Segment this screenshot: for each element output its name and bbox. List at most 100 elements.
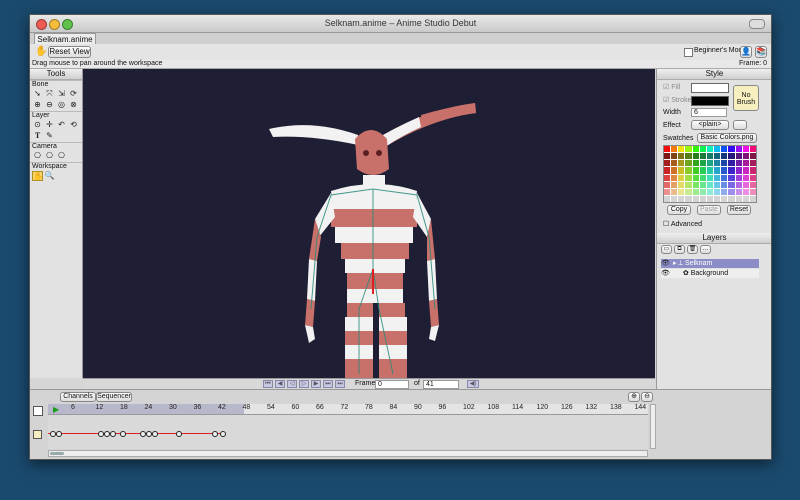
- add-bone-icon[interactable]: ⊕: [32, 100, 43, 110]
- scrollbar-thumb[interactable]: [50, 452, 64, 455]
- swatch[interactable]: [671, 153, 678, 160]
- swatch[interactable]: [714, 146, 721, 153]
- swatch[interactable]: [671, 195, 678, 202]
- swatch[interactable]: [664, 160, 671, 167]
- paste-button[interactable]: Paste: [697, 205, 721, 215]
- swatch[interactable]: [728, 146, 735, 153]
- swatch[interactable]: [728, 153, 735, 160]
- swatch[interactable]: [728, 174, 735, 181]
- keyframe[interactable]: [120, 431, 126, 437]
- swatch[interactable]: [749, 153, 756, 160]
- swatch[interactable]: [735, 160, 742, 167]
- layer-row[interactable]: 👁 ▸ ⟂ Selknam: [661, 259, 759, 268]
- swatch[interactable]: [671, 188, 678, 195]
- translate-bone-icon[interactable]: ⤧: [44, 89, 55, 99]
- workspace-canvas[interactable]: [83, 69, 655, 378]
- toolbar-toggle-button[interactable]: [749, 19, 765, 29]
- keyframe[interactable]: [176, 431, 182, 437]
- select-bone-icon[interactable]: ➘: [32, 89, 43, 99]
- swatch[interactable]: [735, 146, 742, 153]
- pan-workspace-icon[interactable]: ✋: [32, 171, 43, 181]
- user-icon[interactable]: 👤: [740, 46, 752, 58]
- swatch[interactable]: [714, 188, 721, 195]
- swatch-palette[interactable]: [663, 145, 757, 203]
- zoom-camera-icon[interactable]: ⎔: [44, 151, 55, 161]
- fill-checkbox[interactable]: ☑ Fill: [663, 83, 680, 91]
- tab-sequencer[interactable]: Sequencer: [96, 392, 132, 402]
- swatch[interactable]: [735, 181, 742, 188]
- swatch[interactable]: [706, 146, 714, 153]
- swatch[interactable]: [664, 167, 671, 174]
- rotate-layer-icon[interactable]: ⟲: [68, 120, 79, 130]
- new-layer-icon[interactable]: ▭: [661, 245, 672, 254]
- swatch[interactable]: [706, 174, 714, 181]
- swatch[interactable]: [714, 181, 721, 188]
- swatch[interactable]: [699, 167, 706, 174]
- swatch[interactable]: [706, 153, 714, 160]
- delete-layer-icon[interactable]: 🗑: [687, 245, 698, 254]
- swatch[interactable]: [699, 181, 706, 188]
- swatch[interactable]: [742, 195, 749, 202]
- swatch[interactable]: [735, 174, 742, 181]
- layer-row[interactable]: 👁 ✿ Background: [661, 269, 759, 278]
- swatch[interactable]: [749, 160, 756, 167]
- swatch[interactable]: [706, 188, 714, 195]
- swatch[interactable]: [692, 160, 699, 167]
- rewind-icon[interactable]: ⏮: [263, 380, 273, 388]
- swatch[interactable]: [706, 167, 714, 174]
- swatch[interactable]: [749, 146, 756, 153]
- library-icon[interactable]: 📚: [755, 46, 767, 58]
- swatch[interactable]: [742, 167, 749, 174]
- swatch[interactable]: [692, 181, 699, 188]
- swatch[interactable]: [721, 181, 728, 188]
- total-frames-input[interactable]: 41: [423, 380, 459, 389]
- swatch[interactable]: [678, 195, 685, 202]
- forward-icon[interactable]: ⏭: [323, 380, 333, 388]
- swatch[interactable]: [685, 174, 692, 181]
- swatch[interactable]: [699, 160, 706, 167]
- swatch[interactable]: [678, 174, 685, 181]
- swatch[interactable]: [699, 146, 706, 153]
- keyframe[interactable]: [56, 431, 62, 437]
- keyframe[interactable]: [110, 431, 116, 437]
- swatch[interactable]: [664, 181, 671, 188]
- swatch[interactable]: [685, 167, 692, 174]
- swatch[interactable]: [714, 174, 721, 181]
- swatch[interactable]: [735, 167, 742, 174]
- swatch[interactable]: [714, 167, 721, 174]
- eye-icon[interactable]: 👁: [661, 269, 671, 278]
- swatch[interactable]: [678, 153, 685, 160]
- swatch[interactable]: [742, 181, 749, 188]
- swatch[interactable]: [728, 167, 735, 174]
- swatch[interactable]: [671, 160, 678, 167]
- timeline-scrollbar[interactable]: [48, 450, 648, 457]
- swatch[interactable]: [699, 174, 706, 181]
- eyedropper-icon[interactable]: ✎: [44, 131, 55, 141]
- swatch[interactable]: [728, 181, 735, 188]
- frame-input[interactable]: 0: [375, 380, 409, 389]
- advanced-checkbox[interactable]: ☐ Advanced: [663, 220, 702, 228]
- swatch[interactable]: [706, 160, 714, 167]
- stroke-color[interactable]: [691, 96, 729, 106]
- swatch[interactable]: [678, 181, 685, 188]
- swatch[interactable]: [692, 195, 699, 202]
- swatch[interactable]: [685, 181, 692, 188]
- swatch[interactable]: [692, 146, 699, 153]
- swatch[interactable]: [664, 146, 671, 153]
- swatch[interactable]: [692, 188, 699, 195]
- swatches-select[interactable]: Basic Colors.png: [697, 133, 757, 143]
- swatch[interactable]: [742, 160, 749, 167]
- swatch[interactable]: [678, 167, 685, 174]
- swatch[interactable]: [735, 188, 742, 195]
- swatch[interactable]: [685, 153, 692, 160]
- bone-strength-icon[interactable]: ◎: [56, 100, 67, 110]
- timeline-vscrollbar[interactable]: [650, 404, 656, 449]
- swatch[interactable]: [721, 160, 728, 167]
- set-origin-icon[interactable]: ⊙: [32, 120, 43, 130]
- swatch[interactable]: [685, 188, 692, 195]
- swatch[interactable]: [678, 146, 685, 153]
- play-icon[interactable]: ▷: [299, 380, 309, 388]
- swatch[interactable]: [699, 188, 706, 195]
- roll-camera-icon[interactable]: ⎔: [56, 151, 67, 161]
- swatch[interactable]: [728, 188, 735, 195]
